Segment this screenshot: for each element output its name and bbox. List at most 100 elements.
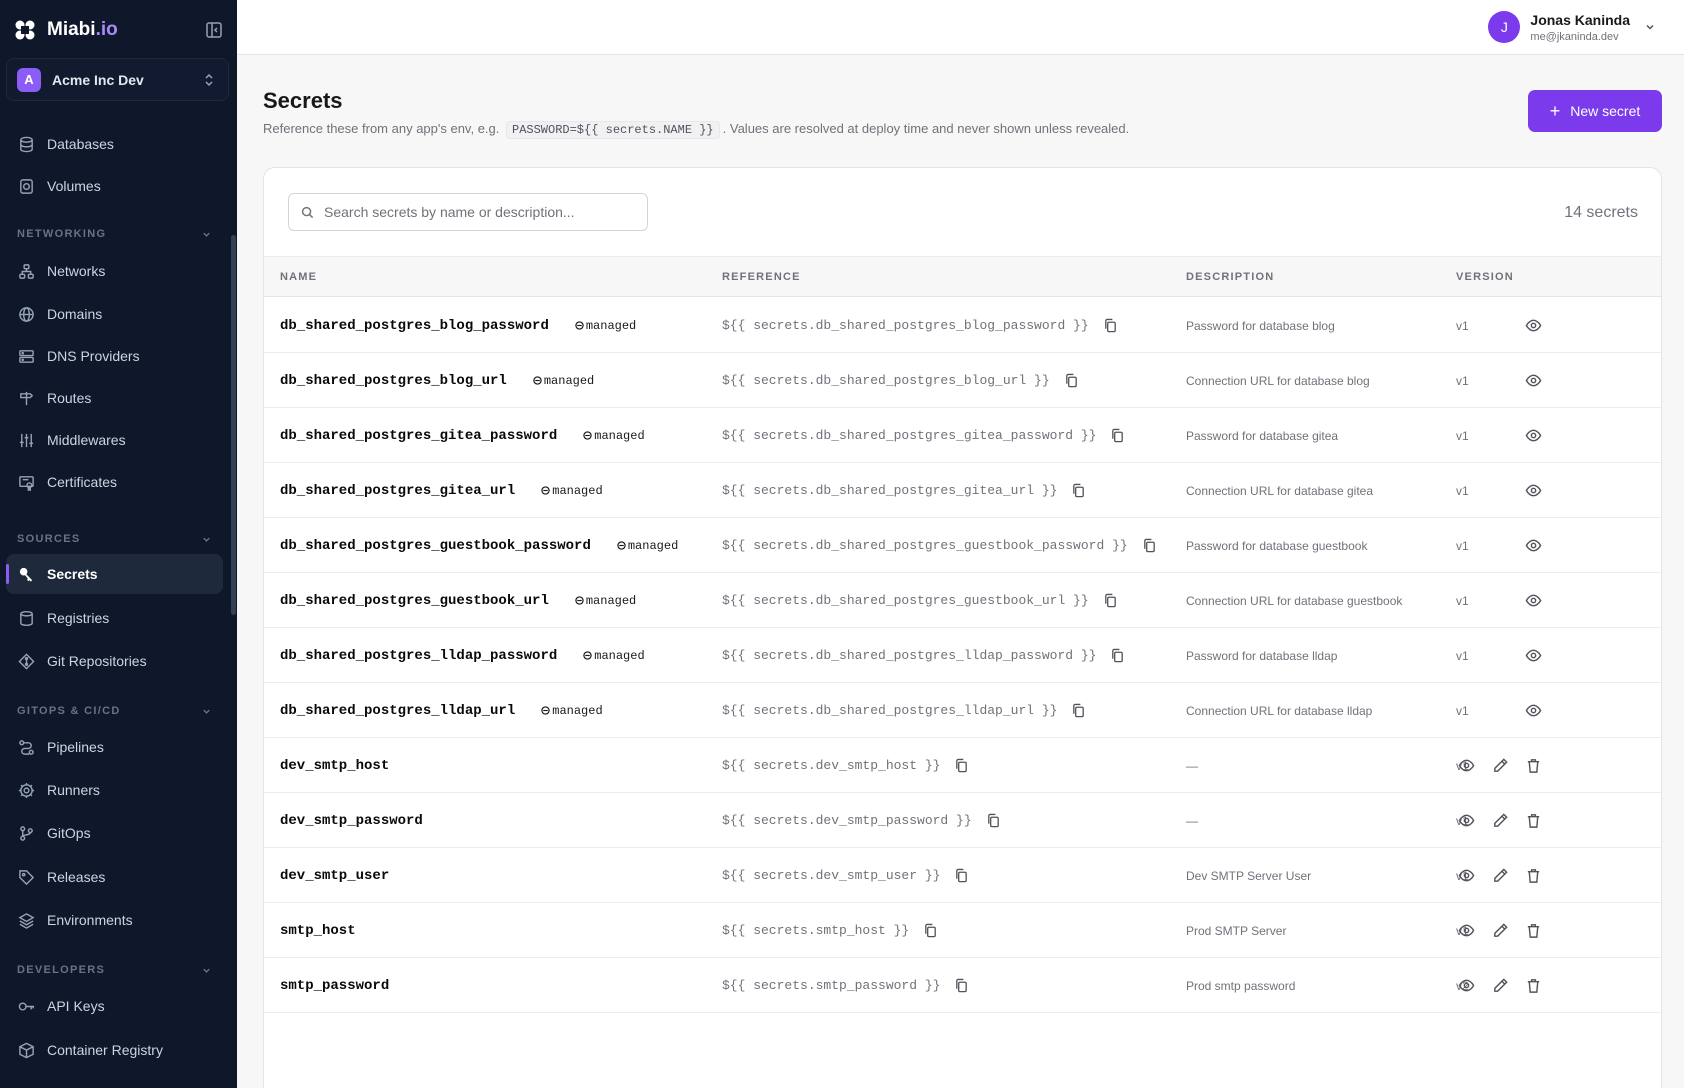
secret-name: db_shared_postgres_guestbook_password man…	[280, 537, 679, 554]
sidebar-collapse-icon[interactable]	[204, 20, 224, 40]
managed-badge: managed	[575, 319, 636, 333]
reveal-eye-icon[interactable]	[1458, 812, 1475, 829]
sidebar-item-container-registry[interactable]: Container Registry	[6, 1030, 223, 1070]
copy-icon[interactable]	[1110, 648, 1125, 663]
secret-version: v1	[1456, 373, 1469, 388]
section-networking[interactable]: NETWORKING	[17, 226, 212, 242]
copy-icon[interactable]	[923, 923, 938, 938]
section-gitops[interactable]: GITOPS & CI/CD	[17, 703, 212, 719]
column-header-reference[interactable]: REFERENCE	[722, 271, 801, 283]
sidebar-scrollbar[interactable]	[231, 235, 236, 615]
copy-icon[interactable]	[1071, 703, 1086, 718]
sidebar-item-environments[interactable]: Environments	[6, 900, 223, 940]
reveal-eye-icon[interactable]	[1525, 702, 1542, 719]
reveal-eye-icon[interactable]	[1525, 592, 1542, 609]
sidebar-item-pipelines[interactable]: Pipelines	[6, 727, 223, 767]
chevron-up-down-icon	[205, 73, 213, 87]
secret-name: db_shared_postgres_blog_url managed	[280, 372, 595, 389]
sidebar-item-middlewares[interactable]: Middlewares	[6, 420, 223, 460]
delete-trash-icon[interactable]	[1525, 977, 1542, 994]
table-row: db_shared_postgres_guestbook_password man…	[264, 518, 1661, 573]
copy-icon[interactable]	[1064, 373, 1079, 388]
search-icon	[301, 206, 314, 218]
copy-icon[interactable]	[954, 758, 969, 773]
secret-name: db_shared_postgres_gitea_url managed	[280, 482, 603, 499]
sidebar-item-releases[interactable]: Releases	[6, 857, 223, 897]
sidebar-item-secrets[interactable]: Secrets	[6, 554, 223, 594]
delete-trash-icon[interactable]	[1525, 922, 1542, 939]
delete-trash-icon[interactable]	[1525, 812, 1542, 829]
edit-pencil-icon[interactable]	[1492, 922, 1509, 939]
copy-icon[interactable]	[954, 978, 969, 993]
secret-description: Connection URL for database gitea	[1186, 483, 1374, 498]
sidebar-item-registries[interactable]: Registries	[6, 598, 223, 638]
secret-name: db_shared_postgres_guestbook_url managed	[280, 592, 637, 609]
copy-icon[interactable]	[1103, 318, 1118, 333]
sidebar-item-volumes[interactable]: Volumes	[6, 166, 223, 206]
registry-icon	[20, 610, 33, 626]
reveal-eye-icon[interactable]	[1458, 757, 1475, 774]
topbar: J Jonas Kaninda me@jkaninda.dev	[237, 0, 1684, 55]
copy-icon[interactable]	[1071, 483, 1086, 498]
volume-icon	[20, 178, 33, 194]
reveal-eye-icon[interactable]	[1525, 537, 1542, 554]
reveal-eye-icon[interactable]	[1525, 482, 1542, 499]
sidebar-item-domains[interactable]: Domains	[6, 294, 223, 334]
sidebar-item-runners[interactable]: Runners	[6, 770, 223, 810]
brand[interactable]: Miabi.io	[14, 14, 224, 46]
secret-reference: ${{ secrets.dev_smtp_password }}	[722, 793, 1001, 848]
reveal-eye-icon[interactable]	[1525, 647, 1542, 664]
table-row: dev_smtp_password ${{ secrets.dev_smtp_pa…	[264, 793, 1661, 848]
column-header-version[interactable]: VERSION	[1456, 271, 1514, 283]
reveal-eye-icon[interactable]	[1525, 427, 1542, 444]
sidebar-item-api-keys[interactable]: API Keys	[6, 986, 223, 1026]
reveal-eye-icon[interactable]	[1525, 372, 1542, 389]
sidebar-item-certificates[interactable]: Certificates	[6, 462, 223, 502]
section-sources[interactable]: SOURCES	[17, 531, 212, 547]
copy-icon[interactable]	[1142, 538, 1157, 553]
chevron-down-icon	[203, 232, 210, 237]
reveal-eye-icon[interactable]	[1458, 922, 1475, 939]
secret-version: v1	[1456, 703, 1469, 718]
user-menu[interactable]: J Jonas Kaninda me@jkaninda.dev	[1488, 9, 1656, 45]
globe-icon	[19, 306, 34, 322]
delete-trash-icon[interactable]	[1525, 867, 1542, 884]
secret-description: Connection URL for database blog	[1186, 373, 1370, 388]
copy-icon[interactable]	[986, 813, 1001, 828]
secret-reference: ${{ secrets.smtp_password }}	[722, 958, 969, 1013]
column-header-description[interactable]: DESCRIPTION	[1186, 271, 1274, 283]
managed-badge: managed	[541, 484, 603, 498]
delete-trash-icon[interactable]	[1525, 757, 1542, 774]
lock-icon	[541, 486, 550, 495]
secret-name: dev_smtp_host	[280, 757, 390, 774]
reveal-eye-icon[interactable]	[1525, 317, 1542, 334]
copy-icon[interactable]	[954, 868, 969, 883]
sidebar-item-networks[interactable]: Networks	[6, 251, 223, 291]
section-developers[interactable]: DEVELOPERS	[17, 962, 212, 978]
plus-icon: +	[1549, 101, 1561, 121]
edit-pencil-icon[interactable]	[1492, 977, 1509, 994]
box-icon	[19, 1042, 34, 1058]
edit-pencil-icon[interactable]	[1492, 867, 1509, 884]
reveal-eye-icon[interactable]	[1458, 867, 1475, 884]
new-secret-button[interactable]: + New secret	[1528, 90, 1662, 132]
tag-icon	[19, 869, 35, 885]
managed-badge: managed	[583, 429, 645, 443]
reveal-eye-icon[interactable]	[1458, 977, 1475, 994]
column-header-name[interactable]: NAME	[280, 271, 317, 283]
copy-icon[interactable]	[1103, 593, 1118, 608]
search-box[interactable]	[288, 193, 648, 231]
copy-icon[interactable]	[1110, 428, 1125, 443]
sidebar-item-gitops[interactable]: GitOps	[6, 813, 223, 853]
edit-pencil-icon[interactable]	[1492, 812, 1509, 829]
secret-version: v1	[1456, 318, 1469, 333]
edit-pencil-icon[interactable]	[1492, 757, 1509, 774]
sidebar-item-routes[interactable]: Routes	[6, 378, 223, 418]
org-switcher[interactable]: A Acme Inc Dev	[6, 58, 229, 101]
sidebar-item-git-repositories[interactable]: Git Repositories	[6, 641, 223, 681]
signpost-icon	[20, 391, 34, 405]
search-input[interactable]	[324, 204, 624, 220]
secret-description: —	[1186, 758, 1198, 773]
sidebar-item-dns-providers[interactable]: DNS Providers	[6, 336, 223, 376]
sidebar-item-databases[interactable]: Databases	[6, 124, 223, 164]
